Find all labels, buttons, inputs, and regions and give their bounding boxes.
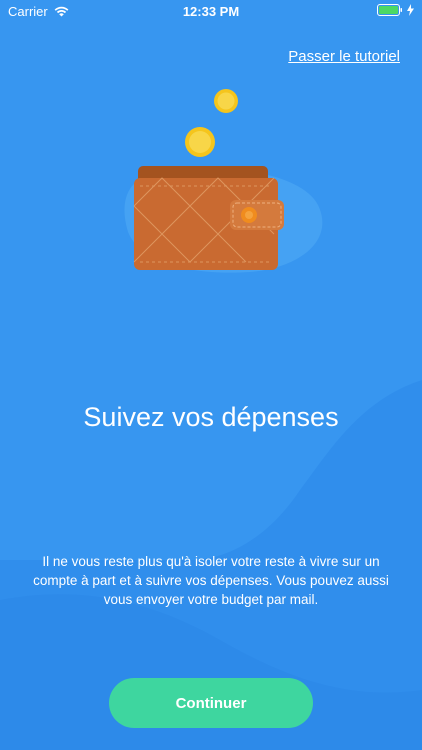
coin-top [214,89,238,113]
wallet-icon [133,166,284,270]
page-title: Suivez vos dépenses [83,402,339,432]
page-description: Il ne vous reste plus qu'à isoler votre … [33,554,389,607]
onboarding-screen: Carrier 12:33 PM Passer le tutoriel Suiv… [0,0,422,750]
continue-button[interactable]: Continuer [109,678,313,728]
wallet-with-coins-illustration [133,89,284,270]
coin-bottom [185,127,215,157]
